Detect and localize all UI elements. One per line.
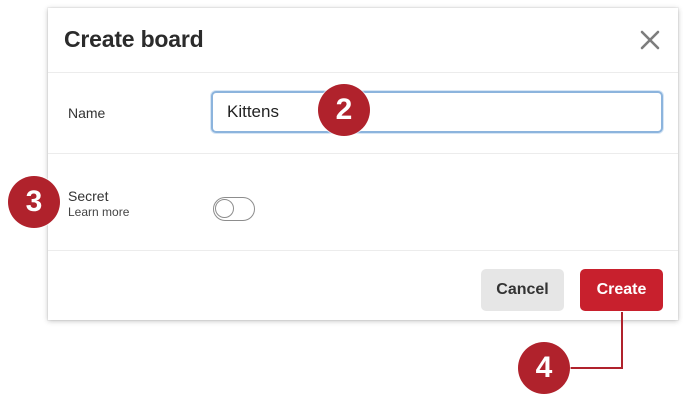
learn-more-link[interactable]: Learn more <box>68 205 129 219</box>
callout-badge-2: 2 <box>318 84 370 136</box>
toggle-knob <box>215 199 234 218</box>
dialog-header: Create board <box>48 8 678 73</box>
create-board-dialog: Create board Name Secret Learn more Canc… <box>48 8 678 320</box>
create-button[interactable]: Create <box>580 269 663 311</box>
secret-label: Secret <box>68 188 109 204</box>
cancel-button[interactable]: Cancel <box>481 269 564 311</box>
close-icon[interactable] <box>636 26 664 54</box>
dialog-title: Create board <box>64 26 204 52</box>
callout-badge-3: 3 <box>8 176 60 228</box>
secret-row: Secret Learn more <box>48 154 678 251</box>
callout-badge-4: 4 <box>518 342 570 394</box>
stage: Create board Name Secret Learn more Canc… <box>0 0 683 397</box>
board-name-input[interactable] <box>211 91 663 133</box>
secret-toggle[interactable] <box>213 197 255 221</box>
name-label: Name <box>68 105 106 121</box>
